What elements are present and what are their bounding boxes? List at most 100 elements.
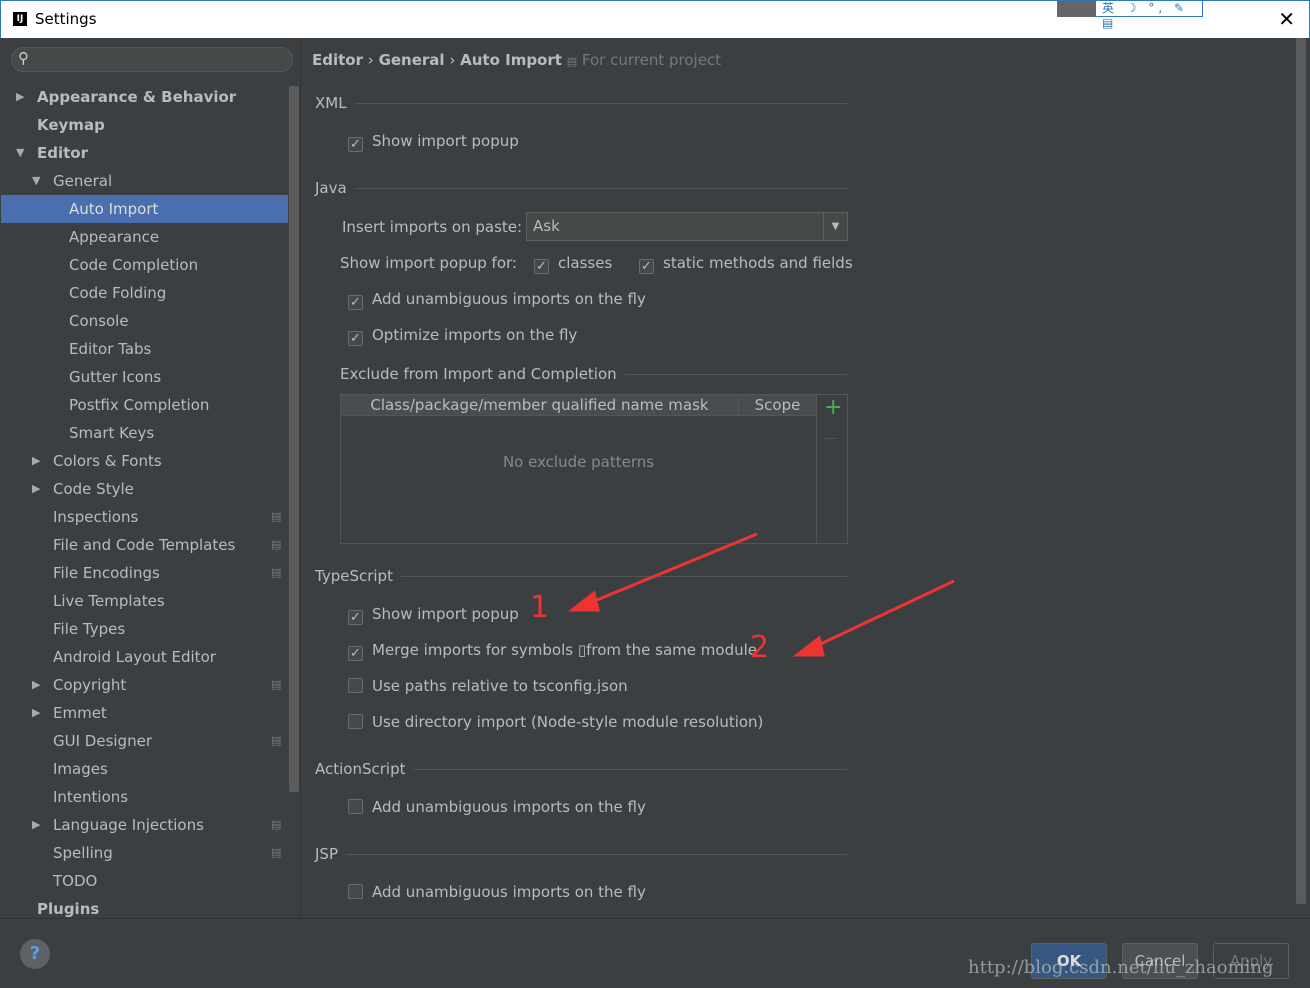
arrow-1-icon (586, 532, 758, 606)
checkbox-box (348, 714, 363, 729)
sidebar-item[interactable]: Smart Keys (1, 419, 288, 447)
sidebar-item-label: Colors & Fonts (53, 452, 162, 470)
sidebar-item-label: Images (53, 760, 108, 778)
intellij-logo-icon: IJ (13, 12, 27, 26)
sidebar-item[interactable]: ▶ Colors & Fonts (1, 447, 288, 475)
sidebar-item[interactable]: ▶ Emmet (1, 699, 288, 727)
ime-toolbar[interactable]: 英 ☽ °, ✎ ▤ (1057, 0, 1203, 30)
ts-paths-checkbox[interactable]: Use paths relative to tsconfig.json (348, 675, 628, 697)
sidebar-item[interactable]: ▶ Language Injections ▤ (1, 811, 288, 839)
sidebar-item[interactable]: Code Completion (1, 251, 288, 279)
sidebar-item-label: Live Templates (53, 592, 165, 610)
sidebar-item-label: Keymap (37, 116, 105, 134)
help-button[interactable]: ? (20, 939, 50, 969)
sidebar-item[interactable]: GUI Designer ▤ (1, 727, 288, 755)
chevron-right-icon[interactable]: ▶ (32, 447, 40, 475)
sidebar-item-label: Appearance (69, 228, 160, 246)
checkbox-box (348, 884, 363, 899)
as-unambiguous-checkbox[interactable]: Add unambiguous imports on the fly (348, 796, 646, 818)
sidebar-item[interactable]: Live Templates (1, 587, 288, 615)
sidebar-item[interactable]: File Types (1, 615, 288, 643)
sidebar-item-label: Copyright (53, 676, 127, 694)
sidebar-item[interactable]: Console (1, 307, 288, 335)
section-title: ActionScript (315, 760, 414, 778)
sidebar-item[interactable]: Auto Import (1, 195, 288, 223)
chevron-right-icon[interactable]: ▶ (32, 811, 40, 839)
sidebar-item[interactable]: Appearance (1, 223, 288, 251)
sidebar-item-label: General (53, 172, 113, 190)
sidebar-item-label: Auto Import (69, 200, 159, 218)
sidebar-item[interactable]: Code Folding (1, 279, 288, 307)
sidebar-item[interactable]: Keymap (1, 111, 288, 139)
sidebar-item-label: Editor (37, 144, 88, 162)
sidebar-item-label: Code Completion (69, 256, 199, 274)
section-title: XML (315, 94, 355, 112)
sidebar-item-label: Gutter Icons (69, 368, 162, 386)
sidebar-item[interactable]: ▶ Copyright ▤ (1, 671, 288, 699)
sidebar-item[interactable]: Gutter Icons (1, 363, 288, 391)
section-title: TypeScript (315, 567, 401, 585)
chevron-right-icon[interactable]: ▶ (32, 671, 40, 699)
checkbox-label: Add unambiguous imports on the fly (372, 798, 646, 816)
sidebar-item-label: Code Style (53, 480, 134, 498)
sidebar-item[interactable]: File Encodings ▤ (1, 559, 288, 587)
project-icon: ▤ (271, 734, 282, 747)
section-title: JSP (315, 845, 346, 863)
search-icon: ⚲ (18, 49, 29, 67)
sidebar-item-label: GUI Designer (53, 732, 152, 750)
content-scrollbar[interactable] (1296, 38, 1306, 904)
project-icon: ▤ (271, 566, 282, 579)
sidebar-item[interactable]: Postfix Completion (1, 391, 288, 419)
settings-content: Editor › General › Auto Import ▤ For cur… (302, 38, 1310, 918)
chevron-down-icon[interactable]: ▼ (16, 139, 24, 167)
sidebar-item[interactable]: ▼ Editor (1, 139, 288, 167)
sidebar-item-label: File and Code Templates (53, 536, 236, 554)
sidebar-item[interactable]: Spelling ▤ (1, 839, 288, 867)
search-input[interactable]: ⚲ (11, 47, 293, 72)
chevron-right-icon[interactable]: ▶ (32, 475, 40, 503)
project-icon: ▤ (271, 846, 282, 859)
checkbox-label: Use directory import (Node-style module … (372, 713, 764, 731)
sidebar-item-label: Smart Keys (69, 424, 155, 442)
project-icon: ▤ (271, 538, 282, 551)
checkbox-label: Use paths relative to tsconfig.json (372, 677, 628, 695)
section-title: Java (315, 179, 355, 197)
sidebar-item[interactable]: Images (1, 755, 288, 783)
sidebar-item[interactable]: TODO (1, 867, 288, 895)
arrow-2-icon (811, 579, 955, 650)
sidebar-item-label: Console (69, 312, 129, 330)
sidebar-item[interactable]: Android Layout Editor (1, 643, 288, 671)
sidebar-item[interactable]: Intentions (1, 783, 288, 811)
annotation-arrows (567, 532, 955, 657)
chevron-down-icon[interactable]: ▼ (32, 167, 40, 195)
checkbox-label: Add unambiguous imports on the fly (372, 883, 646, 901)
window-title: Settings (35, 10, 97, 28)
section-title: Exclude from Import and Completion (340, 365, 625, 383)
sidebar-item-label: File Types (53, 620, 126, 638)
sidebar-item[interactable]: ▶ Appearance & Behavior (1, 83, 288, 111)
sidebar-item-label: Inspections (53, 508, 139, 526)
project-icon: ▤ (271, 678, 282, 691)
chevron-right-icon[interactable]: ▶ (32, 699, 40, 727)
sidebar-item-label: Android Layout Editor (53, 648, 216, 666)
avatar (1058, 1, 1096, 17)
sidebar-item[interactable]: ▼ General (1, 167, 288, 195)
jsp-unambiguous-checkbox[interactable]: Add unambiguous imports on the fly (348, 881, 646, 903)
ts-directory-import-checkbox[interactable]: Use directory import (Node-style module … (348, 711, 763, 733)
chevron-right-icon[interactable]: ▶ (16, 83, 24, 111)
sidebar-item[interactable]: File and Code Templates ▤ (1, 531, 288, 559)
sidebar-item[interactable]: ▶ Code Style (1, 475, 288, 503)
close-button[interactable]: ✕ (1278, 7, 1295, 31)
sidebar-scrollbar[interactable] (289, 86, 299, 792)
checkbox-box (348, 799, 363, 814)
project-icon: ▤ (271, 818, 282, 831)
sidebar-item-label: Postfix Completion (69, 396, 210, 414)
sidebar-item-label: Emmet (53, 704, 107, 722)
settings-sidebar: ⚲ ▶ Appearance & Behavior Keymap ▼ Editor ▼ Ge… (1, 38, 301, 918)
sidebar-item-label: Language Injections (53, 816, 204, 834)
arrow-2-head-icon (792, 635, 825, 657)
sidebar-item-label: Spelling (53, 844, 113, 862)
sidebar-item[interactable]: Editor Tabs (1, 335, 288, 363)
sidebar-item-label: Editor Tabs (69, 340, 152, 358)
sidebar-item[interactable]: Inspections ▤ (1, 503, 288, 531)
